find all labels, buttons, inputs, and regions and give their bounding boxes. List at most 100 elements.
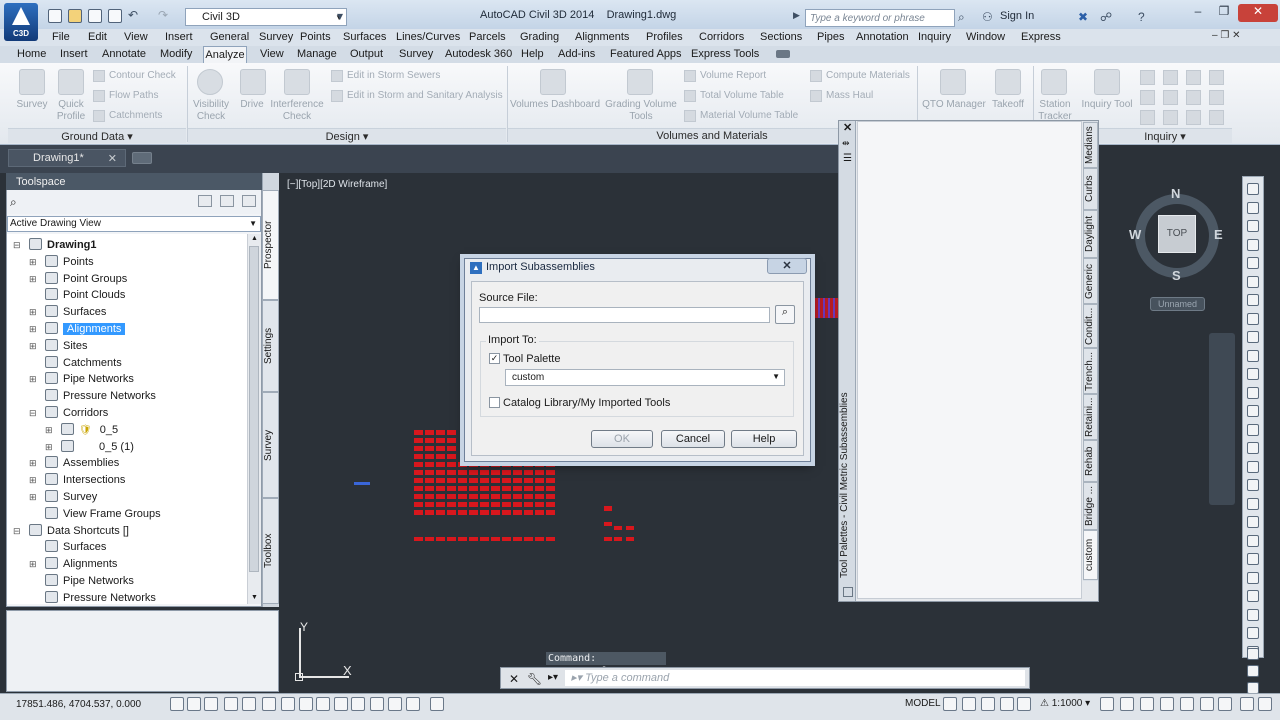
inquiry-tool-button[interactable]: Inquiry Tool — [1078, 99, 1136, 111]
menu-item-express[interactable]: Express — [1021, 31, 1061, 43]
palette-tab-generic[interactable]: Generic — [1083, 258, 1098, 304]
drafting-toggle-icon[interactable] — [430, 697, 444, 711]
tree-item[interactable]: ⊞ Assemblies — [29, 455, 119, 471]
tab-express-tools[interactable]: Express Tools — [691, 48, 759, 60]
draw-tool-icon[interactable] — [1247, 368, 1259, 380]
tree-item[interactable]: Point Clouds — [45, 287, 125, 303]
tab-manage[interactable]: Manage — [297, 48, 337, 60]
inquiry-tool-icon[interactable] — [1209, 90, 1224, 105]
edit-storm-sewers-button[interactable]: Edit in Storm Sewers — [347, 70, 440, 81]
menu-item-general[interactable]: General — [210, 31, 249, 43]
menu-item-corridors[interactable]: Corridors — [699, 31, 744, 43]
draw-tool-icon[interactable] — [1247, 183, 1259, 195]
material-volume-table-button[interactable]: Material Volume Table — [700, 110, 798, 121]
draw-tool-icon[interactable] — [1247, 571, 1259, 584]
drafting-toggle-icon[interactable] — [242, 697, 256, 711]
volumes-dashboard-button[interactable]: Volumes Dashboard — [508, 99, 602, 111]
menu-item-surfaces[interactable]: Surfaces — [343, 31, 386, 43]
tree-expander-icon[interactable]: ⊞ — [29, 271, 37, 287]
status-tool-icon[interactable] — [1120, 697, 1134, 711]
draw-tool-icon[interactable] — [1247, 220, 1259, 232]
drafting-toggle-icon[interactable] — [351, 697, 365, 711]
customize-icon[interactable]: 🔧︎ — [527, 672, 542, 686]
palette-tab-daylight[interactable]: Daylight — [1083, 210, 1098, 258]
tree-expander-icon[interactable]: ⊞ — [29, 304, 37, 320]
visibility-check-button[interactable]: Visibility Check — [188, 99, 234, 123]
drafting-toggle-icon[interactable] — [170, 697, 184, 711]
ok-button[interactable]: OK — [591, 430, 653, 448]
tab-settings[interactable]: Settings — [262, 300, 279, 392]
status-tool-icon[interactable] — [943, 697, 957, 711]
menu-item-insert[interactable]: Insert — [165, 31, 193, 43]
tree-expander-icon[interactable]: ⊞ — [29, 254, 37, 270]
tab-survey[interactable]: Survey — [262, 392, 279, 498]
tree-item[interactable]: Pressure Networks — [45, 388, 156, 404]
cancel-button[interactable]: Cancel — [661, 430, 725, 448]
draw-tool-icon[interactable] — [1247, 479, 1259, 491]
plot-icon[interactable] — [108, 9, 122, 23]
tab-add-ins[interactable]: Add-ins — [558, 48, 595, 60]
takeoff-button[interactable]: Takeoff — [985, 99, 1031, 111]
tree-item[interactable]: Pipe Networks — [45, 573, 134, 589]
modify-tool-icon[interactable] — [1247, 665, 1259, 677]
tree-expander-icon[interactable]: ⊞ — [29, 371, 37, 387]
status-tool-icon[interactable] — [1017, 697, 1031, 711]
maximize-button[interactable]: ❐ — [1212, 4, 1236, 22]
status-tool-icon[interactable] — [962, 697, 976, 711]
binoculars-icon[interactable]: ⌕ — [958, 10, 965, 25]
browse-button[interactable]: ⌕ — [775, 305, 795, 324]
menu-item-parcels[interactable]: Parcels — [469, 31, 506, 43]
tree-item[interactable]: ⊞ Sites — [29, 338, 87, 354]
catalog-library-checkbox[interactable] — [489, 397, 500, 408]
tree-item[interactable]: ⊞ Alignments — [29, 321, 126, 337]
palette-tab-retaini[interactable]: Retaini... — [1083, 394, 1098, 440]
search-icon[interactable]: ⌕ — [10, 195, 17, 210]
draw-tool-icon[interactable] — [1247, 442, 1259, 454]
tab-view[interactable]: View — [260, 48, 284, 60]
help-icon[interactable]: ? — [1138, 10, 1145, 24]
drafting-toggle-icon[interactable] — [388, 697, 402, 711]
compass-east[interactable]: E — [1214, 227, 1223, 242]
ground-data-panel-title[interactable]: Ground Data ▾ — [8, 128, 186, 143]
draw-tool-icon[interactable] — [1247, 238, 1259, 251]
list-view-icon[interactable] — [220, 195, 234, 207]
tree-item[interactable]: ⊞ Intersections — [29, 472, 125, 488]
tree-item[interactable]: ⊞ Points — [29, 254, 94, 270]
palette-autohide-icon[interactable]: ⇹ — [842, 138, 850, 149]
drafting-toggle-icon[interactable] — [316, 697, 330, 711]
status-tool-icon[interactable] — [1140, 697, 1154, 711]
item-view-icon[interactable] — [242, 195, 256, 207]
status-tool-icon[interactable] — [981, 697, 995, 711]
tab-toolbox[interactable]: Toolbox — [262, 498, 279, 604]
new-icon[interactable] — [48, 9, 62, 23]
tree-item[interactable]: ⊟ Drawing1 — [13, 237, 97, 253]
tree-item[interactable]: ⊞ Pipe Networks — [29, 371, 134, 387]
tree-expander-icon[interactable]: ⊞ — [45, 422, 53, 438]
close-tab-icon[interactable]: ✕ — [108, 152, 117, 165]
inquiry-tool-icon[interactable] — [1140, 70, 1155, 85]
status-tool-icon[interactable] — [1200, 697, 1214, 711]
menu-item-annotation[interactable]: Annotation — [856, 31, 909, 43]
palette-tab-trench[interactable]: Trench... — [1083, 348, 1098, 394]
close-command-icon[interactable]: ✕ — [509, 672, 519, 686]
menu-item-lines-curves[interactable]: Lines/Curves — [396, 31, 460, 43]
modify-tool-icon[interactable] — [1247, 648, 1259, 660]
palette-tab-medians[interactable]: Medians — [1083, 122, 1098, 168]
status-tool-icon[interactable] — [1218, 697, 1232, 711]
menu-item-points[interactable]: Points — [300, 31, 331, 43]
inquiry-tool-icon[interactable] — [1186, 110, 1201, 125]
draw-tool-icon[interactable] — [1247, 460, 1259, 473]
compass-west[interactable]: W — [1129, 227, 1141, 242]
tree-item[interactable]: Catchments — [45, 355, 122, 371]
draw-tool-icon[interactable] — [1247, 516, 1259, 528]
tree-item[interactable]: ⊞ Survey — [29, 489, 97, 505]
draw-tool-icon[interactable] — [1247, 275, 1259, 288]
interference-check-button[interactable]: Interference Check — [268, 99, 326, 123]
draw-tool-icon[interactable] — [1247, 349, 1259, 362]
status-tool-icon[interactable] — [1258, 697, 1272, 711]
compute-materials-button[interactable]: Compute Materials — [826, 70, 910, 81]
recent-commands-icon[interactable]: ▸▾ — [548, 672, 558, 683]
tree-expander-icon[interactable]: ⊞ — [45, 439, 53, 455]
inquiry-tool-icon[interactable] — [1186, 70, 1201, 85]
tab-featured-apps[interactable]: Featured Apps — [610, 48, 682, 60]
